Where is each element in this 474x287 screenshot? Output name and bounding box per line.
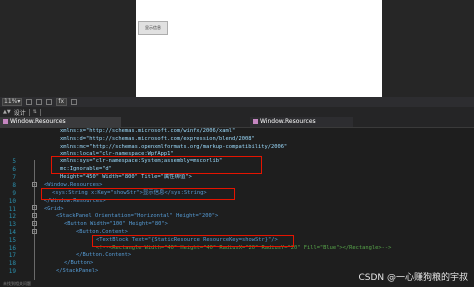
line-number: 17 [8, 252, 16, 259]
line-number: 6 [12, 166, 16, 173]
swap-panes-icon[interactable]: ▲▼ [3, 109, 11, 115]
code-line[interactable]: Height="450" Width="800" Title="属性绑值"> [60, 174, 192, 182]
preview-show-info-button[interactable]: 显示信息 [138, 21, 168, 35]
line-number: 14 [8, 229, 16, 236]
zoom-level-value: 11% [4, 98, 18, 105]
line-number: 8 [12, 182, 16, 189]
fx-label: fx [58, 98, 65, 105]
highlight-textblock-staticresource [92, 235, 294, 247]
tab-right-label: Window.Resources [260, 118, 316, 125]
tab-window-resources-right[interactable]: Window.Resources [250, 117, 353, 127]
effects-toggle[interactable]: fx [56, 98, 68, 106]
zoom-level-dropdown[interactable]: 11% ▾ [2, 98, 23, 106]
line-number: 18 [8, 260, 16, 267]
line-number: 10 [8, 198, 16, 205]
toggle-pane-icon[interactable]: ⇅ [33, 109, 37, 115]
tab-window-resources-left[interactable]: Window.Resources [0, 117, 121, 127]
snap-gridlines-icon[interactable] [36, 99, 43, 105]
line-number: 5 [12, 158, 16, 165]
snap-lines-icon[interactable] [46, 99, 53, 105]
tab-left-label: Window.Resources [10, 118, 66, 125]
xaml-element-icon [3, 119, 8, 124]
code-line[interactable]: <StackPanel Orientation="Horizontal" Hei… [56, 213, 218, 221]
grid-icon[interactable] [26, 99, 33, 105]
highlight-sys-string-resource [41, 188, 235, 200]
divider [39, 108, 41, 116]
code-line[interactable]: xmlns:d="http://schemas.microsoft.com/ex… [60, 136, 255, 144]
line-number: 9 [12, 190, 16, 197]
code-line[interactable]: </Button.Content> [76, 252, 131, 260]
code-line[interactable]: xmlns:x="http://schemas.microsoft.com/wi… [60, 128, 235, 136]
element-path-bar: Window.Resources Window.Resources [0, 117, 474, 128]
line-number: 15 [8, 237, 16, 244]
csdn-watermark: CSDN @一心赚狗粮的宇叔 [358, 273, 468, 283]
design-canvas-window[interactable] [136, 0, 382, 97]
code-line[interactable]: <Button Width="100" Height="80"> [64, 221, 168, 229]
xaml-element-icon [253, 119, 258, 124]
line-number: 7 [12, 174, 16, 181]
designer-zoom-bar: 11% ▾ fx [0, 97, 474, 107]
line-number: 19 [8, 268, 16, 275]
divider [28, 108, 30, 116]
artboard-icon[interactable] [71, 99, 78, 105]
code-line[interactable]: </Button> [64, 260, 93, 268]
status-text: 未找到相关问题 [3, 281, 31, 286]
highlight-sys-namespace [51, 156, 262, 174]
design-tab[interactable]: 设计 [14, 108, 26, 117]
split-view-bar: ▲▼ 设计 ⇅ [0, 107, 474, 117]
code-line[interactable]: </StackPanel> [56, 268, 98, 276]
line-number: 13 [8, 221, 16, 228]
line-number: 12 [8, 213, 16, 220]
